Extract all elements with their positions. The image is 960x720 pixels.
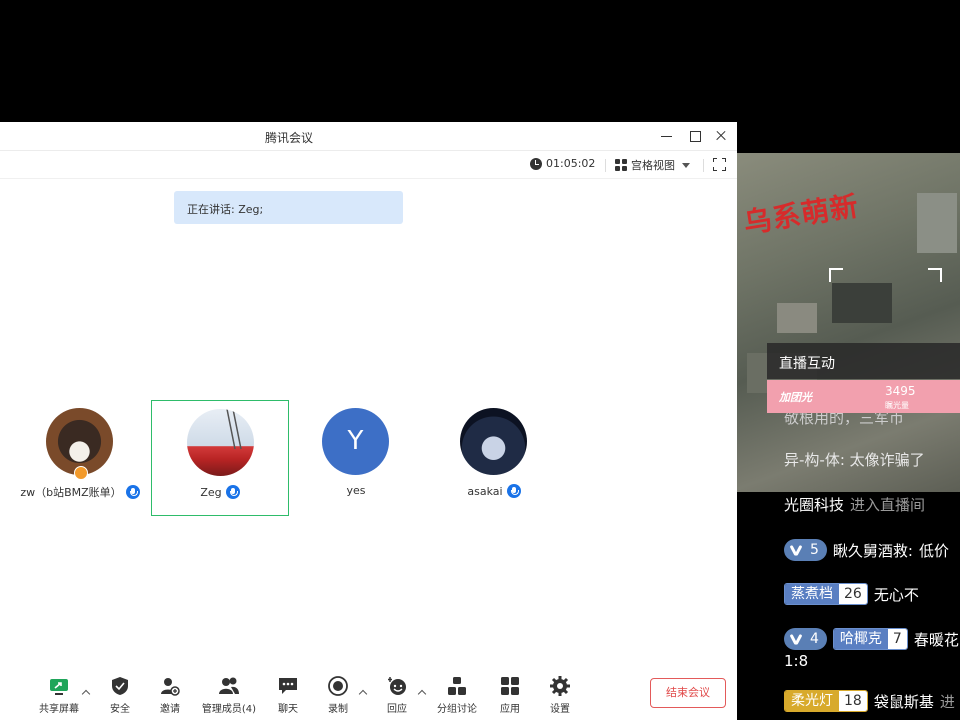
manage-members-button[interactable]: 管理成员(4) [194,676,264,715]
participant-tile-active[interactable]: Zeg [151,400,289,516]
chat-message: 5 瞅久舅酒救: 低价 [784,539,949,561]
chat-message: 4 哈椰克 7 春暖花 [784,628,959,650]
chat-icon [278,676,298,696]
chat-message: 敬根用的，三军币 [784,413,905,427]
participant-tile[interactable]: Y yes [287,400,425,516]
interaction-title: 直播互动 [767,343,960,379]
mic-icon [125,485,140,499]
meeting-info-bar: 01:05:02 宫格视图 [0,151,737,179]
minimize-button[interactable] [656,126,678,146]
emoji-icon [387,676,407,696]
fan-level-badge: 4 [784,628,827,650]
crosshair-overlay [829,268,942,348]
participant-tile[interactable]: asakai [425,400,563,516]
fan-icon [790,545,802,555]
meeting-timer: 01:05:02 [530,157,595,170]
shield-icon [110,676,130,696]
settings-button[interactable]: 设置 [530,676,590,715]
participant-name: asakai [425,484,563,498]
glow-unit: 瞩光量 [885,401,909,410]
avatar [187,409,254,476]
fan-icon [790,634,802,644]
invite-icon [160,676,180,696]
close-button[interactable] [710,126,732,146]
avatar [460,408,527,475]
caret-down-icon [682,162,690,168]
maximize-button[interactable] [684,126,706,146]
fan-level-badge: 5 [784,539,827,561]
view-label: 宫格视图 [631,159,675,172]
chat-entry-notice: 柔光灯 18 袋鼠斯基 进 [784,690,955,712]
chat-message: 异-构-体: 太像诈骗了 [784,451,925,469]
stream-brand-overlay: 乌系萌新 [741,189,862,240]
timer-value: 01:05:02 [546,157,596,170]
meeting-toolbar: 共享屏幕 安全 邀请 管理成员(4) 聊天 录制 回应 分组讨论 应用 设置 结… [0,670,737,720]
fan-medal: 哈椰克 7 [832,628,908,650]
avatar [46,408,113,475]
live-chat: 敬根用的，三军币 异-构-体: 太像诈骗了 光圈科技 进入直播间 5 瞅久舅酒救… [767,413,960,720]
chat-entry-notice: 光圈科技 进入直播间 [784,496,926,514]
host-badge-icon [74,466,88,480]
breakout-icon [447,676,467,696]
participant-name: yes [346,484,366,497]
meeting-window: 腾讯会议 01:05:02 宫格视图 正在讲话: Zeg; zw（b站BMZ账单… [0,122,737,720]
title-bar: 腾讯会议 [0,122,737,151]
apps-icon [500,676,520,696]
divider [605,159,606,172]
mic-icon [225,485,240,499]
divider [703,159,704,172]
share-screen-icon [49,676,69,696]
glow-count: 3495 [885,384,916,398]
record-options-chevron[interactable] [359,688,367,696]
window-title: 腾讯会议 [264,131,313,145]
participant-name: zw（b站BMZ账单） [11,484,149,500]
fullscreen-icon[interactable] [713,158,726,171]
glow-label: 加团光 [779,391,812,404]
fan-medal: 柔光灯 18 [784,690,868,712]
glow-bar[interactable]: 加团光 3495 瞩光量 [767,380,960,413]
gear-icon [550,676,570,696]
avatar: Y [322,408,389,475]
record-icon [328,676,348,696]
participant-name: Zeg [152,485,288,499]
speaking-banner: 正在讲话: Zeg; [174,191,403,224]
chat-message: 蒸煮档 26 无心不 [784,583,919,605]
chat-message: 1:8 [784,652,809,670]
participant-tile[interactable]: zw（b站BMZ账单） [11,400,149,516]
share-screen-button[interactable]: 共享屏幕 [29,676,89,715]
share-options-chevron[interactable] [82,688,90,696]
breakout-button[interactable]: 分组讨论 [427,676,487,715]
mic-speaking-icon [506,484,521,498]
react-options-chevron[interactable] [418,688,426,696]
end-meeting-button[interactable]: 结束会议 [650,678,726,708]
fan-medal: 蒸煮档 26 [784,583,868,605]
grid-view-icon [615,159,627,171]
members-icon [219,676,239,696]
clock-icon [530,157,542,170]
invite-button[interactable]: 邀请 [140,676,200,715]
view-selector[interactable]: 宫格视图 [615,157,690,173]
